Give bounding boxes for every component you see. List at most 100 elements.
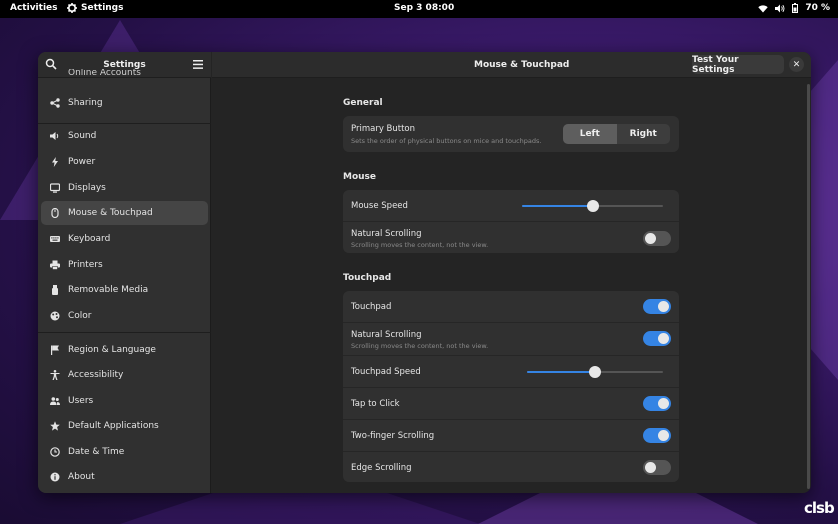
left-option-button[interactable]: Left bbox=[563, 124, 617, 144]
activities-button[interactable]: Activities bbox=[10, 3, 58, 13]
battery-percentage: 70 % bbox=[805, 3, 830, 13]
gear-icon bbox=[67, 3, 77, 13]
watermark: clsb bbox=[804, 499, 835, 517]
sidebar-item-about[interactable]: About bbox=[41, 465, 208, 489]
touchpad-row: Touchpad bbox=[343, 291, 679, 322]
sidebar-item-label: Printers bbox=[68, 260, 103, 270]
app-menu[interactable]: Settings bbox=[67, 3, 123, 13]
sidebar-item-label: Default Applications bbox=[68, 421, 159, 431]
primary-button-selector: Left Right bbox=[563, 124, 670, 144]
test-your-settings-button[interactable]: Test Your Settings bbox=[692, 55, 784, 75]
power-icon bbox=[50, 157, 60, 167]
sidebar-item-label: Mouse & Touchpad bbox=[68, 208, 153, 218]
section-title-mouse: Mouse bbox=[343, 172, 377, 182]
touchpad-speed-slider[interactable] bbox=[527, 366, 663, 378]
mouse-natural-scrolling-row: Natural Scrolling Scrolling moves the co… bbox=[343, 221, 679, 253]
sidebar: Settings Online Accounts Sharing Sound P… bbox=[38, 52, 211, 493]
edge-scrolling-switch[interactable] bbox=[643, 460, 671, 475]
mouse-card: Mouse Speed Natural Scrolling Scrolling … bbox=[343, 190, 679, 253]
clock[interactable]: Sep 3 08:00 bbox=[394, 3, 454, 13]
edge-scrolling-row: Edge Scrolling bbox=[343, 451, 679, 482]
two-finger-scrolling-label: Two-finger Scrolling bbox=[351, 431, 435, 441]
scrollbar[interactable] bbox=[807, 84, 810, 489]
sidebar-item-keyboard[interactable]: Keyboard bbox=[41, 227, 208, 251]
touchpad-speed-row: Touchpad Speed bbox=[343, 355, 679, 387]
sidebar-item-label: Online Accounts bbox=[68, 69, 141, 78]
main-header: Mouse & Touchpad Test Your Settings ✕ bbox=[212, 52, 811, 78]
close-button[interactable]: ✕ bbox=[789, 57, 804, 72]
display-icon bbox=[50, 183, 60, 193]
sidebar-item-mouse-touchpad[interactable]: Mouse & Touchpad bbox=[41, 201, 208, 225]
sidebar-item-default-applications[interactable]: Default Applications bbox=[41, 414, 208, 438]
battery-icon bbox=[792, 3, 799, 13]
sidebar-item-printers[interactable]: Printers bbox=[41, 253, 208, 277]
mouse-natural-scrolling-switch[interactable] bbox=[643, 231, 671, 246]
sidebar-item-sound[interactable]: Sound bbox=[41, 124, 208, 148]
sidebar-item-label: Accessibility bbox=[68, 370, 124, 380]
top-bar: Activities Settings Sep 3 08:00 70 % bbox=[0, 0, 838, 18]
sidebar-item-label: Sound bbox=[68, 131, 97, 141]
sidebar-item-label: Displays bbox=[68, 183, 106, 193]
sidebar-item-label: Sharing bbox=[68, 98, 103, 108]
general-card: Primary Button Sets the order of physica… bbox=[343, 116, 679, 152]
mouse-speed-row: Mouse Speed bbox=[343, 190, 679, 221]
palette-icon bbox=[50, 311, 60, 321]
primary-button-description: Sets the order of physical buttons on mi… bbox=[351, 137, 542, 145]
tap-to-click-label: Tap to Click bbox=[351, 399, 400, 409]
printer-icon bbox=[50, 260, 60, 270]
sidebar-item-displays[interactable]: Displays bbox=[41, 176, 208, 200]
touchpad-natural-scrolling-switch[interactable] bbox=[643, 331, 671, 346]
sidebar-item-date-time[interactable]: Date & Time bbox=[41, 440, 208, 464]
sidebar-item-label: Keyboard bbox=[68, 234, 111, 244]
sidebar-item-online-accounts[interactable]: Online Accounts bbox=[41, 69, 208, 83]
touchpad-switch[interactable] bbox=[643, 299, 671, 314]
flag-icon bbox=[50, 345, 60, 355]
natural-scrolling-description: Scrolling moves the content, not the vie… bbox=[351, 342, 489, 350]
users-icon bbox=[50, 396, 60, 406]
accessibility-icon bbox=[50, 370, 60, 380]
volume-icon bbox=[775, 4, 785, 12]
main-panel: Mouse & Touchpad Test Your Settings ✕ Ge… bbox=[212, 52, 811, 493]
natural-scrolling-label: Natural Scrolling bbox=[351, 330, 422, 340]
sidebar-item-region-language[interactable]: Region & Language bbox=[41, 338, 208, 362]
sidebar-item-power[interactable]: Power bbox=[41, 150, 208, 174]
sidebar-title: Settings bbox=[103, 59, 146, 70]
natural-scrolling-description: Scrolling moves the content, not the vie… bbox=[351, 241, 489, 249]
section-title-touchpad: Touchpad bbox=[343, 273, 392, 283]
two-finger-scrolling-row: Two-finger Scrolling bbox=[343, 419, 679, 451]
mouse-speed-slider[interactable] bbox=[522, 200, 663, 212]
section-title-general: General bbox=[343, 98, 383, 108]
sidebar-item-label: Removable Media bbox=[68, 285, 149, 295]
page-title: Mouse & Touchpad bbox=[474, 60, 570, 70]
sidebar-item-removable-media[interactable]: Removable Media bbox=[41, 278, 208, 302]
wifi-icon bbox=[758, 4, 769, 12]
two-finger-scrolling-switch[interactable] bbox=[643, 428, 671, 443]
app-name: Settings bbox=[81, 3, 124, 13]
share-icon bbox=[50, 98, 60, 108]
slider-thumb[interactable] bbox=[589, 366, 601, 378]
sidebar-item-sharing[interactable]: Sharing bbox=[41, 91, 208, 115]
sidebar-item-users[interactable]: Users bbox=[41, 389, 208, 413]
settings-window: Settings Online Accounts Sharing Sound P… bbox=[38, 52, 811, 493]
sidebar-item-label: Region & Language bbox=[68, 345, 156, 355]
sidebar-item-label: Color bbox=[68, 311, 92, 321]
usb-icon bbox=[50, 285, 60, 295]
slider-fill bbox=[522, 205, 593, 207]
slider-thumb[interactable] bbox=[586, 200, 599, 212]
divider bbox=[38, 332, 211, 333]
sidebar-item-label: Date & Time bbox=[68, 447, 125, 457]
system-status-area[interactable]: 70 % bbox=[758, 3, 830, 13]
hamburger-menu-icon[interactable] bbox=[193, 60, 203, 69]
tap-to-click-switch[interactable] bbox=[643, 396, 671, 411]
mouse-speed-label: Mouse Speed bbox=[351, 201, 408, 211]
right-option-button[interactable]: Right bbox=[617, 124, 671, 144]
keyboard-icon bbox=[50, 234, 60, 244]
sidebar-item-accessibility[interactable]: Accessibility bbox=[41, 363, 208, 387]
touchpad-card: Touchpad Natural Scrolling Scrolling mov… bbox=[343, 291, 679, 482]
cloud-icon bbox=[50, 71, 60, 81]
star-icon bbox=[50, 421, 60, 431]
sidebar-item-label: Power bbox=[68, 157, 96, 167]
sidebar-item-color[interactable]: Color bbox=[41, 304, 208, 328]
edge-scrolling-label: Edge Scrolling bbox=[351, 463, 412, 473]
clock-icon bbox=[50, 447, 60, 457]
